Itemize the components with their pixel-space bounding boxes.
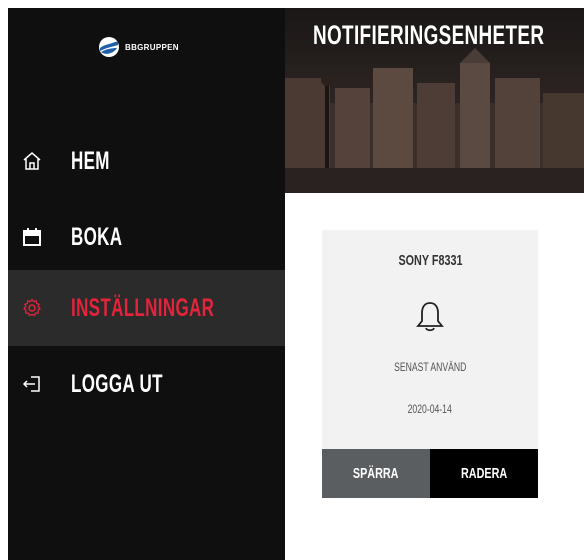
device-card: SONY F8331 SENAST ANVÄND 2020-04-14 SPÄR… — [322, 230, 538, 498]
logout-icon — [22, 376, 40, 392]
nav-item-installningar[interactable]: INSTÄLLNINGAR — [8, 270, 285, 346]
nav-label: INSTÄLLNINGAR — [71, 293, 215, 322]
logo[interactable]: BBGRUPPEN — [98, 36, 179, 58]
page-title: NOTIFIERINGSENHETER — [313, 20, 545, 50]
bell-icon — [416, 302, 444, 332]
logo-text: BBGRUPPEN — [125, 42, 179, 52]
device-name: SONY F8331 — [397, 252, 463, 269]
last-used-label: SENAST ANVÄND — [393, 360, 467, 374]
nav-item-boka[interactable]: BOKA — [8, 199, 285, 275]
nav-label: LOGGA UT — [71, 369, 163, 398]
nav-label: HEM — [71, 146, 110, 175]
calendar-icon — [23, 228, 41, 246]
block-button[interactable]: SPÄRRA — [322, 449, 430, 498]
bbgruppen-logo-icon — [99, 37, 119, 57]
nav-item-logga-ut[interactable]: LOGGA UT — [8, 346, 285, 422]
nav-item-hem[interactable]: HEM — [8, 123, 285, 199]
nav-label: BOKA — [71, 222, 123, 251]
header-banner: NOTIFIERINGSENHETER — [285, 8, 584, 193]
delete-button[interactable]: RADERA — [430, 449, 538, 498]
sidebar: BBGRUPPEN HEM BOKA INSTÄLLNINGAR LOGGA U… — [8, 8, 285, 560]
gear-icon — [23, 298, 41, 317]
last-used-date: 2020-04-14 — [407, 402, 453, 416]
home-icon — [23, 152, 41, 170]
